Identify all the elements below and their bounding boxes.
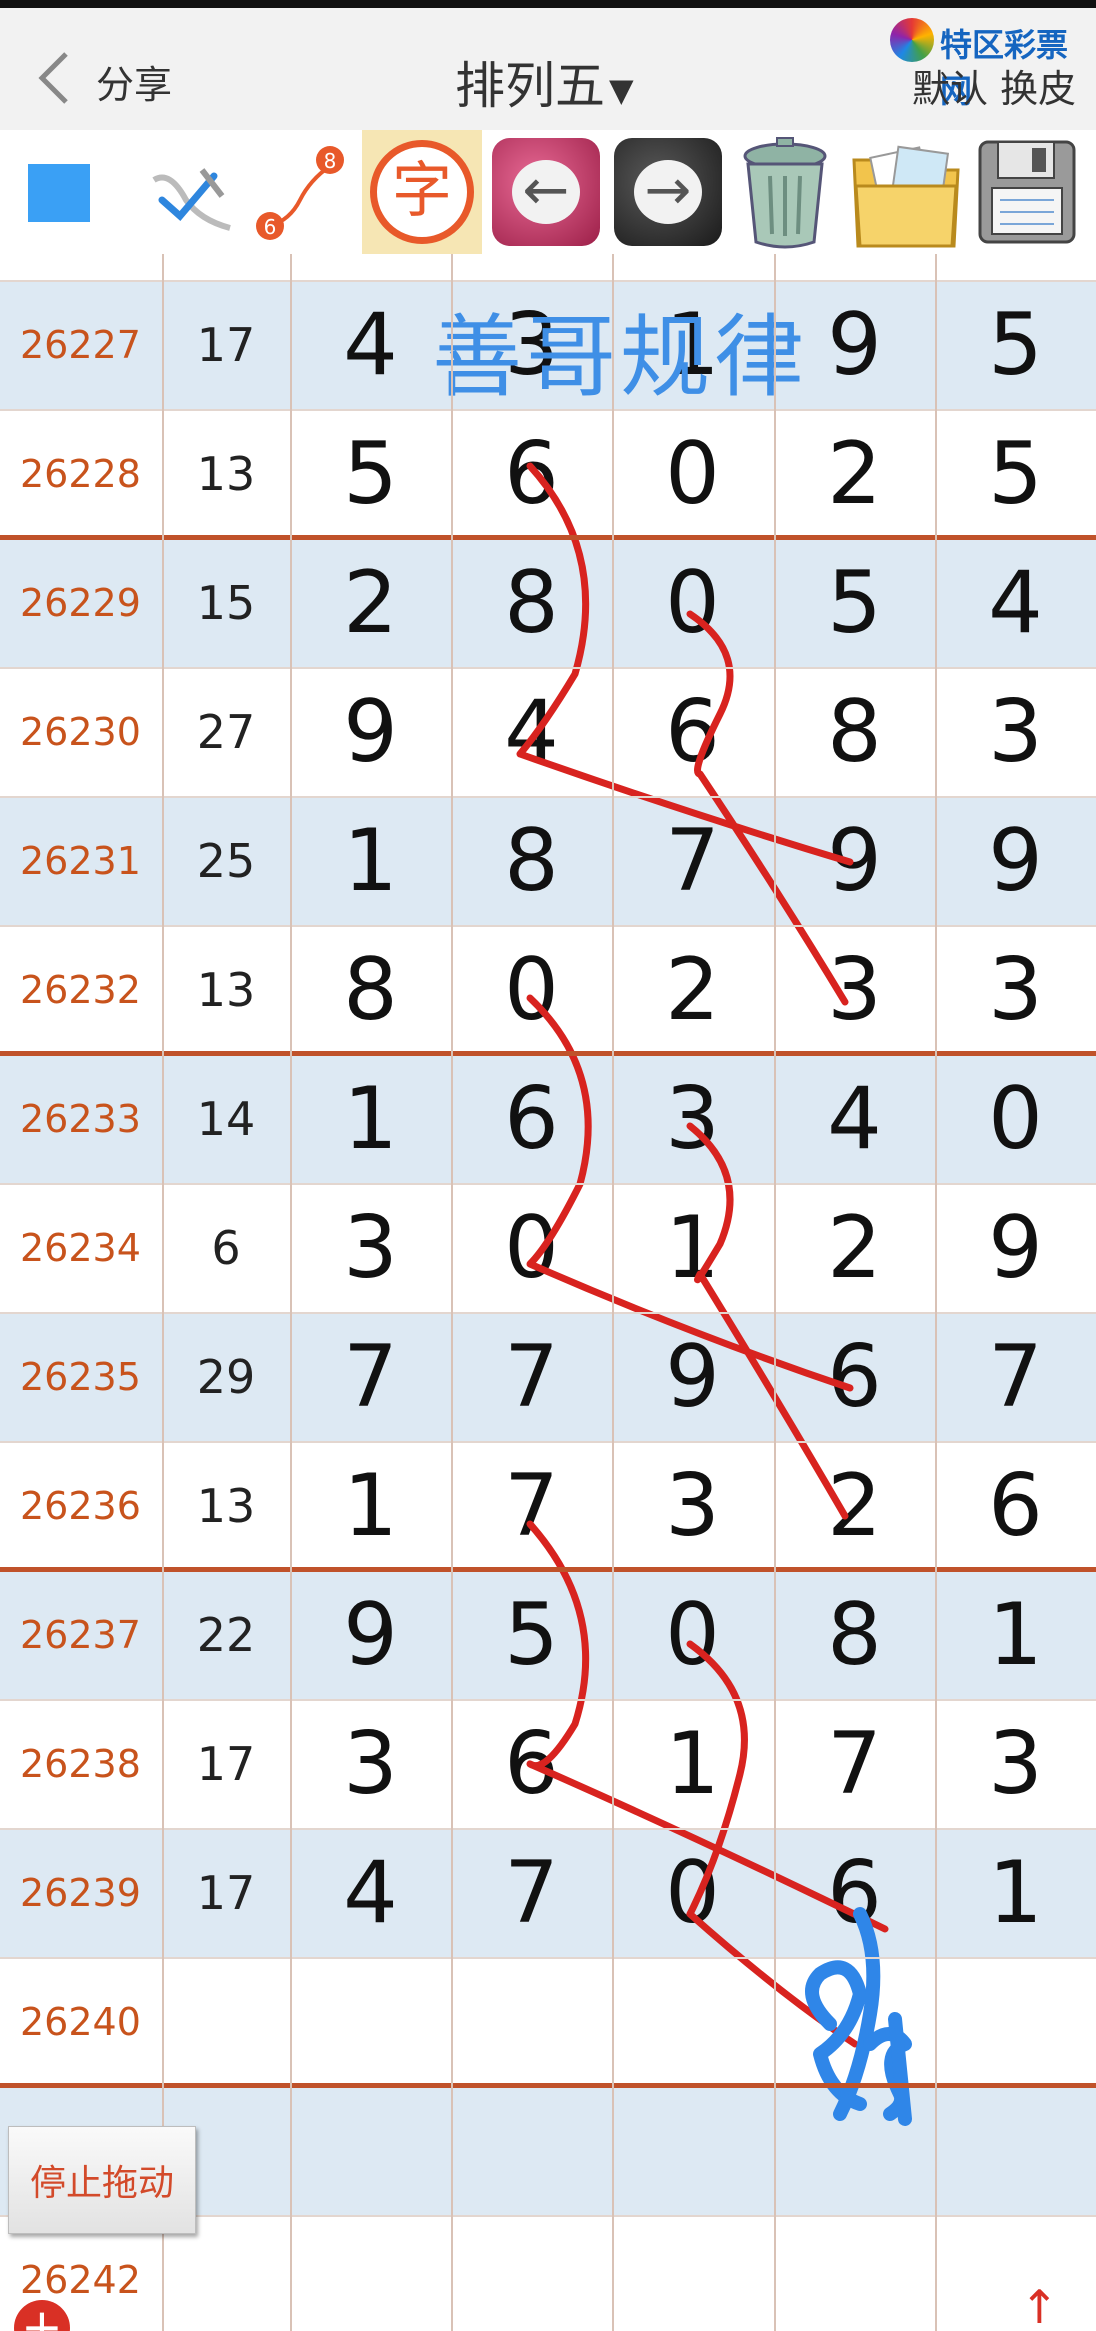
- column-divider: [612, 254, 614, 2331]
- game-selector[interactable]: 排列五 ▼: [455, 46, 634, 118]
- path-start-label: 6: [264, 215, 277, 239]
- lottery-grid: 26227 17 4 3 1 9 5 26228 13 5 6 0 2 5 26229 15 2 8 0 5 4 2623…: [0, 254, 1096, 2331]
- row-divider: [0, 667, 1096, 669]
- logo-swirl-icon: [890, 18, 934, 62]
- arrow-right-icon: →: [634, 160, 702, 224]
- text-char-icon: 字: [370, 140, 474, 244]
- group-separator: [0, 1567, 1096, 1572]
- red-stroke: [686, 610, 849, 1006]
- blue-annotation-strokes: [805, 1907, 912, 2126]
- row-divider: [0, 925, 1096, 927]
- floppy-disk-icon[interactable]: [972, 130, 1082, 254]
- column-divider: [774, 254, 776, 2331]
- row-divider: [0, 1828, 1096, 1830]
- freehand-strokes: [516, 462, 912, 2126]
- photo-folder-icon[interactable]: [848, 130, 964, 254]
- column-divider: [451, 254, 453, 2331]
- text-tool-button[interactable]: 字: [362, 130, 482, 254]
- chevron-left-icon[interactable]: [30, 48, 80, 108]
- stop-drag-button[interactable]: 停止拖动: [8, 2126, 196, 2234]
- group-separator: [0, 535, 1096, 540]
- pen-check-icon[interactable]: [140, 130, 240, 254]
- page-title: 排列五: [455, 57, 605, 115]
- brand-logo: 特区彩票网: [890, 18, 1090, 110]
- blue-annotation-stroke: [888, 2012, 912, 2126]
- redo-button[interactable]: →: [614, 138, 722, 246]
- row-divider: [0, 1957, 1096, 1959]
- row-divider: [0, 280, 1096, 282]
- trash-can-icon[interactable]: [730, 130, 840, 254]
- route-6-8-icon[interactable]: 6 8: [250, 130, 350, 254]
- undo-button[interactable]: ←: [492, 138, 600, 246]
- column-divider: [290, 254, 292, 2331]
- column-divider: [162, 254, 164, 2331]
- path-end-label: 8: [324, 149, 337, 173]
- red-stroke: [516, 462, 854, 866]
- top-app-bar: 分享 排列五 ▼ 特区彩票网 默认 换皮: [0, 0, 1096, 130]
- share-button[interactable]: 分享: [96, 54, 172, 109]
- row-divider: [0, 1441, 1096, 1443]
- row-divider: [0, 409, 1096, 411]
- row-divider: [0, 1312, 1096, 1314]
- group-separator: [0, 1051, 1096, 1056]
- row-divider: [0, 796, 1096, 798]
- row-divider: [0, 1183, 1096, 1185]
- drawing-toolbar: 6 8 字 ← →: [0, 130, 1096, 254]
- group-separator: [0, 2083, 1096, 2088]
- scroll-up-icon[interactable]: ↑: [1020, 2280, 1059, 2331]
- skin-switch-button[interactable]: 默认 换皮: [912, 58, 1076, 113]
- caret-down-icon: ▼: [609, 70, 634, 109]
- add-icon[interactable]: +: [14, 2300, 70, 2331]
- arrow-left-icon: ←: [512, 160, 580, 224]
- blue-square-icon[interactable]: [28, 164, 90, 222]
- red-stroke: [526, 994, 854, 1392]
- row-divider: [0, 1699, 1096, 1701]
- red-trend-lines: [516, 462, 889, 2048]
- column-divider: [935, 254, 937, 2331]
